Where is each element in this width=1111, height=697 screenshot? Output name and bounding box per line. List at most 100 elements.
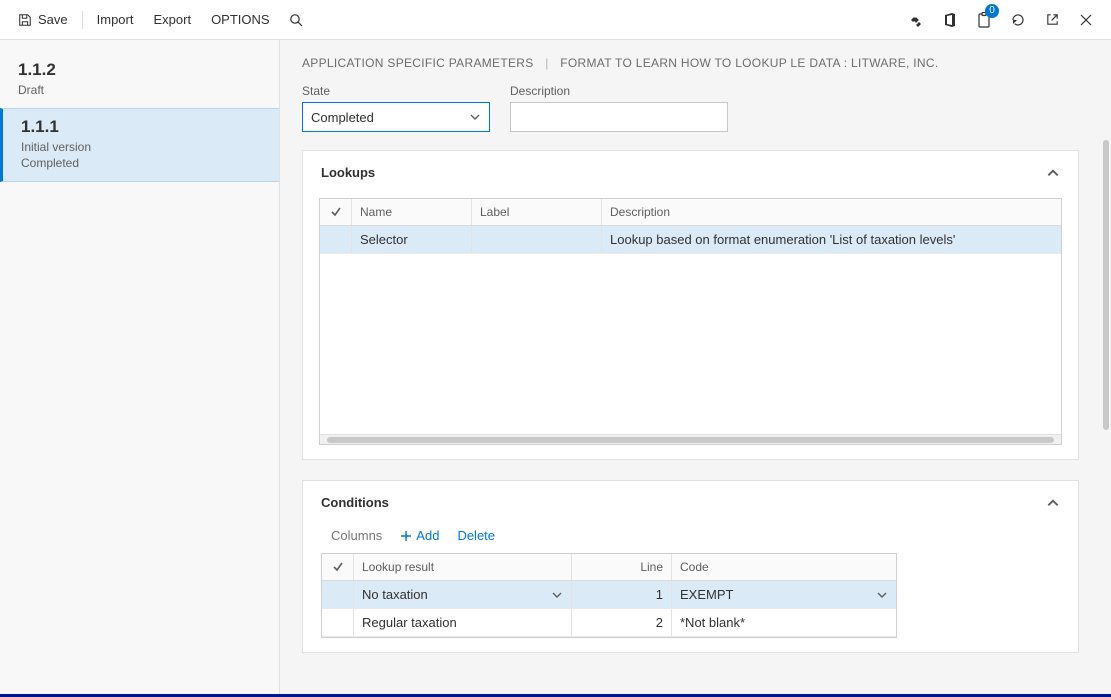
chevron-down-icon xyxy=(469,111,481,123)
lookups-row[interactable]: Selector Lookup based on format enumerat… xyxy=(320,226,1061,254)
version-title: 1.1.1 xyxy=(21,117,261,137)
state-label: State xyxy=(302,84,490,98)
conditions-row[interactable]: Regular taxation 2 *Not blank* xyxy=(322,609,896,637)
cell-text: Regular taxation xyxy=(362,615,457,630)
export-label: Export xyxy=(153,12,191,27)
notification-count: 0 xyxy=(985,4,999,18)
col-line[interactable]: Line xyxy=(572,554,672,580)
col-label[interactable]: Label xyxy=(472,199,602,225)
col-code[interactable]: Code xyxy=(672,554,896,580)
lookups-grid: Name Label Description Selector Lookup b… xyxy=(319,198,1062,445)
close-icon xyxy=(1079,13,1093,27)
conditions-panel-header[interactable]: Conditions xyxy=(303,481,1078,524)
sidebar-item-1-1-1[interactable]: 1.1.1 Initial version Completed xyxy=(0,108,279,182)
content-area: APPLICATION SPECIFIC PARAMETERS | FORMAT… xyxy=(280,40,1111,697)
breadcrumb-part2: FORMAT TO LEARN HOW TO LOOKUP LE DATA : … xyxy=(560,56,938,70)
check-column xyxy=(320,199,352,225)
link-button[interactable] xyxy=(899,0,933,40)
delete-button[interactable]: Delete xyxy=(457,528,495,543)
conditions-title: Conditions xyxy=(321,495,389,510)
search-button[interactable] xyxy=(280,0,312,40)
plus-icon xyxy=(400,530,412,542)
row-name: Selector xyxy=(352,226,472,253)
refresh-icon xyxy=(1010,12,1026,28)
cell-text: EXEMPT xyxy=(680,587,733,602)
row-check[interactable] xyxy=(322,609,354,636)
col-description[interactable]: Description xyxy=(602,199,1061,225)
cell-text: *Not blank* xyxy=(680,615,745,630)
state-select[interactable]: Completed xyxy=(302,102,490,132)
state-value: Completed xyxy=(311,110,374,125)
conditions-panel: Conditions Columns Add De xyxy=(302,480,1079,653)
save-button[interactable]: Save xyxy=(8,0,78,40)
scrollbar-thumb[interactable] xyxy=(1103,140,1109,430)
popout-button[interactable] xyxy=(1035,0,1069,40)
sidebar-item-1-1-2[interactable]: 1.1.2 Draft xyxy=(0,52,279,108)
breadcrumb-separator: | xyxy=(545,56,548,70)
conditions-row[interactable]: No taxation 1 EXEMPT xyxy=(322,581,896,609)
office-button[interactable] xyxy=(933,0,967,40)
version-status: Completed xyxy=(21,155,261,171)
cell-text: No taxation xyxy=(362,587,428,602)
row-code[interactable]: EXEMPT xyxy=(672,581,896,608)
description-input[interactable] xyxy=(510,102,728,132)
export-button[interactable]: Export xyxy=(143,0,201,40)
grid-empty-space xyxy=(320,254,1061,434)
chevron-up-icon xyxy=(1046,166,1060,180)
top-toolbar: Save Import Export OPTIONS 0 xyxy=(0,0,1111,40)
notifications-button[interactable]: 0 xyxy=(967,0,1001,40)
version-status: Draft xyxy=(18,82,261,98)
version-line1: Initial version xyxy=(21,139,261,155)
save-icon xyxy=(18,13,32,27)
lookups-panel: Lookups Name xyxy=(302,150,1079,460)
row-description: Lookup based on format enumeration 'List… xyxy=(602,226,1061,253)
link-icon xyxy=(908,12,924,28)
chevron-down-icon xyxy=(551,589,563,601)
toolbar-separator xyxy=(82,11,83,29)
lookups-grid-header: Name Label Description xyxy=(320,199,1061,226)
col-name[interactable]: Name xyxy=(352,199,472,225)
chevron-down-icon xyxy=(876,589,888,601)
row-label xyxy=(472,226,602,253)
office-icon xyxy=(943,12,957,28)
version-title: 1.1.2 xyxy=(18,60,261,80)
check-icon xyxy=(332,561,344,573)
version-sidebar: 1.1.2 Draft 1.1.1 Initial version Comple… xyxy=(0,40,280,697)
row-lookup-result[interactable]: Regular taxation xyxy=(354,609,572,636)
save-label: Save xyxy=(38,12,68,27)
import-button[interactable]: Import xyxy=(87,0,144,40)
col-lookup-result[interactable]: Lookup result xyxy=(354,554,572,580)
options-label: OPTIONS xyxy=(211,12,270,27)
import-label: Import xyxy=(97,12,134,27)
breadcrumb: APPLICATION SPECIFIC PARAMETERS | FORMAT… xyxy=(302,56,1079,70)
state-field: State Completed xyxy=(302,84,490,132)
options-button[interactable]: OPTIONS xyxy=(201,0,280,40)
lookups-panel-header[interactable]: Lookups xyxy=(303,151,1078,194)
description-label: Description xyxy=(510,84,728,98)
check-column xyxy=(322,554,354,580)
columns-button[interactable]: Columns xyxy=(331,528,382,543)
add-label: Add xyxy=(416,528,439,543)
lookups-title: Lookups xyxy=(321,165,375,180)
description-field: Description xyxy=(510,84,728,132)
conditions-toolbar: Columns Add Delete xyxy=(319,528,1062,553)
close-button[interactable] xyxy=(1069,0,1103,40)
row-line: 1 xyxy=(572,581,672,608)
check-icon xyxy=(330,206,342,218)
chevron-up-icon xyxy=(1046,496,1060,510)
conditions-grid-header: Lookup result Line Code xyxy=(322,554,896,581)
popout-icon xyxy=(1045,12,1060,27)
row-lookup-result[interactable]: No taxation xyxy=(354,581,572,608)
refresh-button[interactable] xyxy=(1001,0,1035,40)
conditions-grid: Lookup result Line Code No taxation xyxy=(321,553,897,638)
row-check[interactable] xyxy=(322,581,354,608)
row-check[interactable] xyxy=(320,226,352,253)
vertical-scrollbar[interactable] xyxy=(1101,40,1111,697)
row-code[interactable]: *Not blank* xyxy=(672,609,896,636)
row-line: 2 xyxy=(572,609,672,636)
scrollbar-thumb[interactable] xyxy=(327,437,1053,443)
header-fields: State Completed Description xyxy=(302,84,1079,132)
add-button[interactable]: Add xyxy=(400,528,439,543)
horizontal-scrollbar[interactable] xyxy=(320,434,1061,444)
search-icon xyxy=(288,12,304,28)
